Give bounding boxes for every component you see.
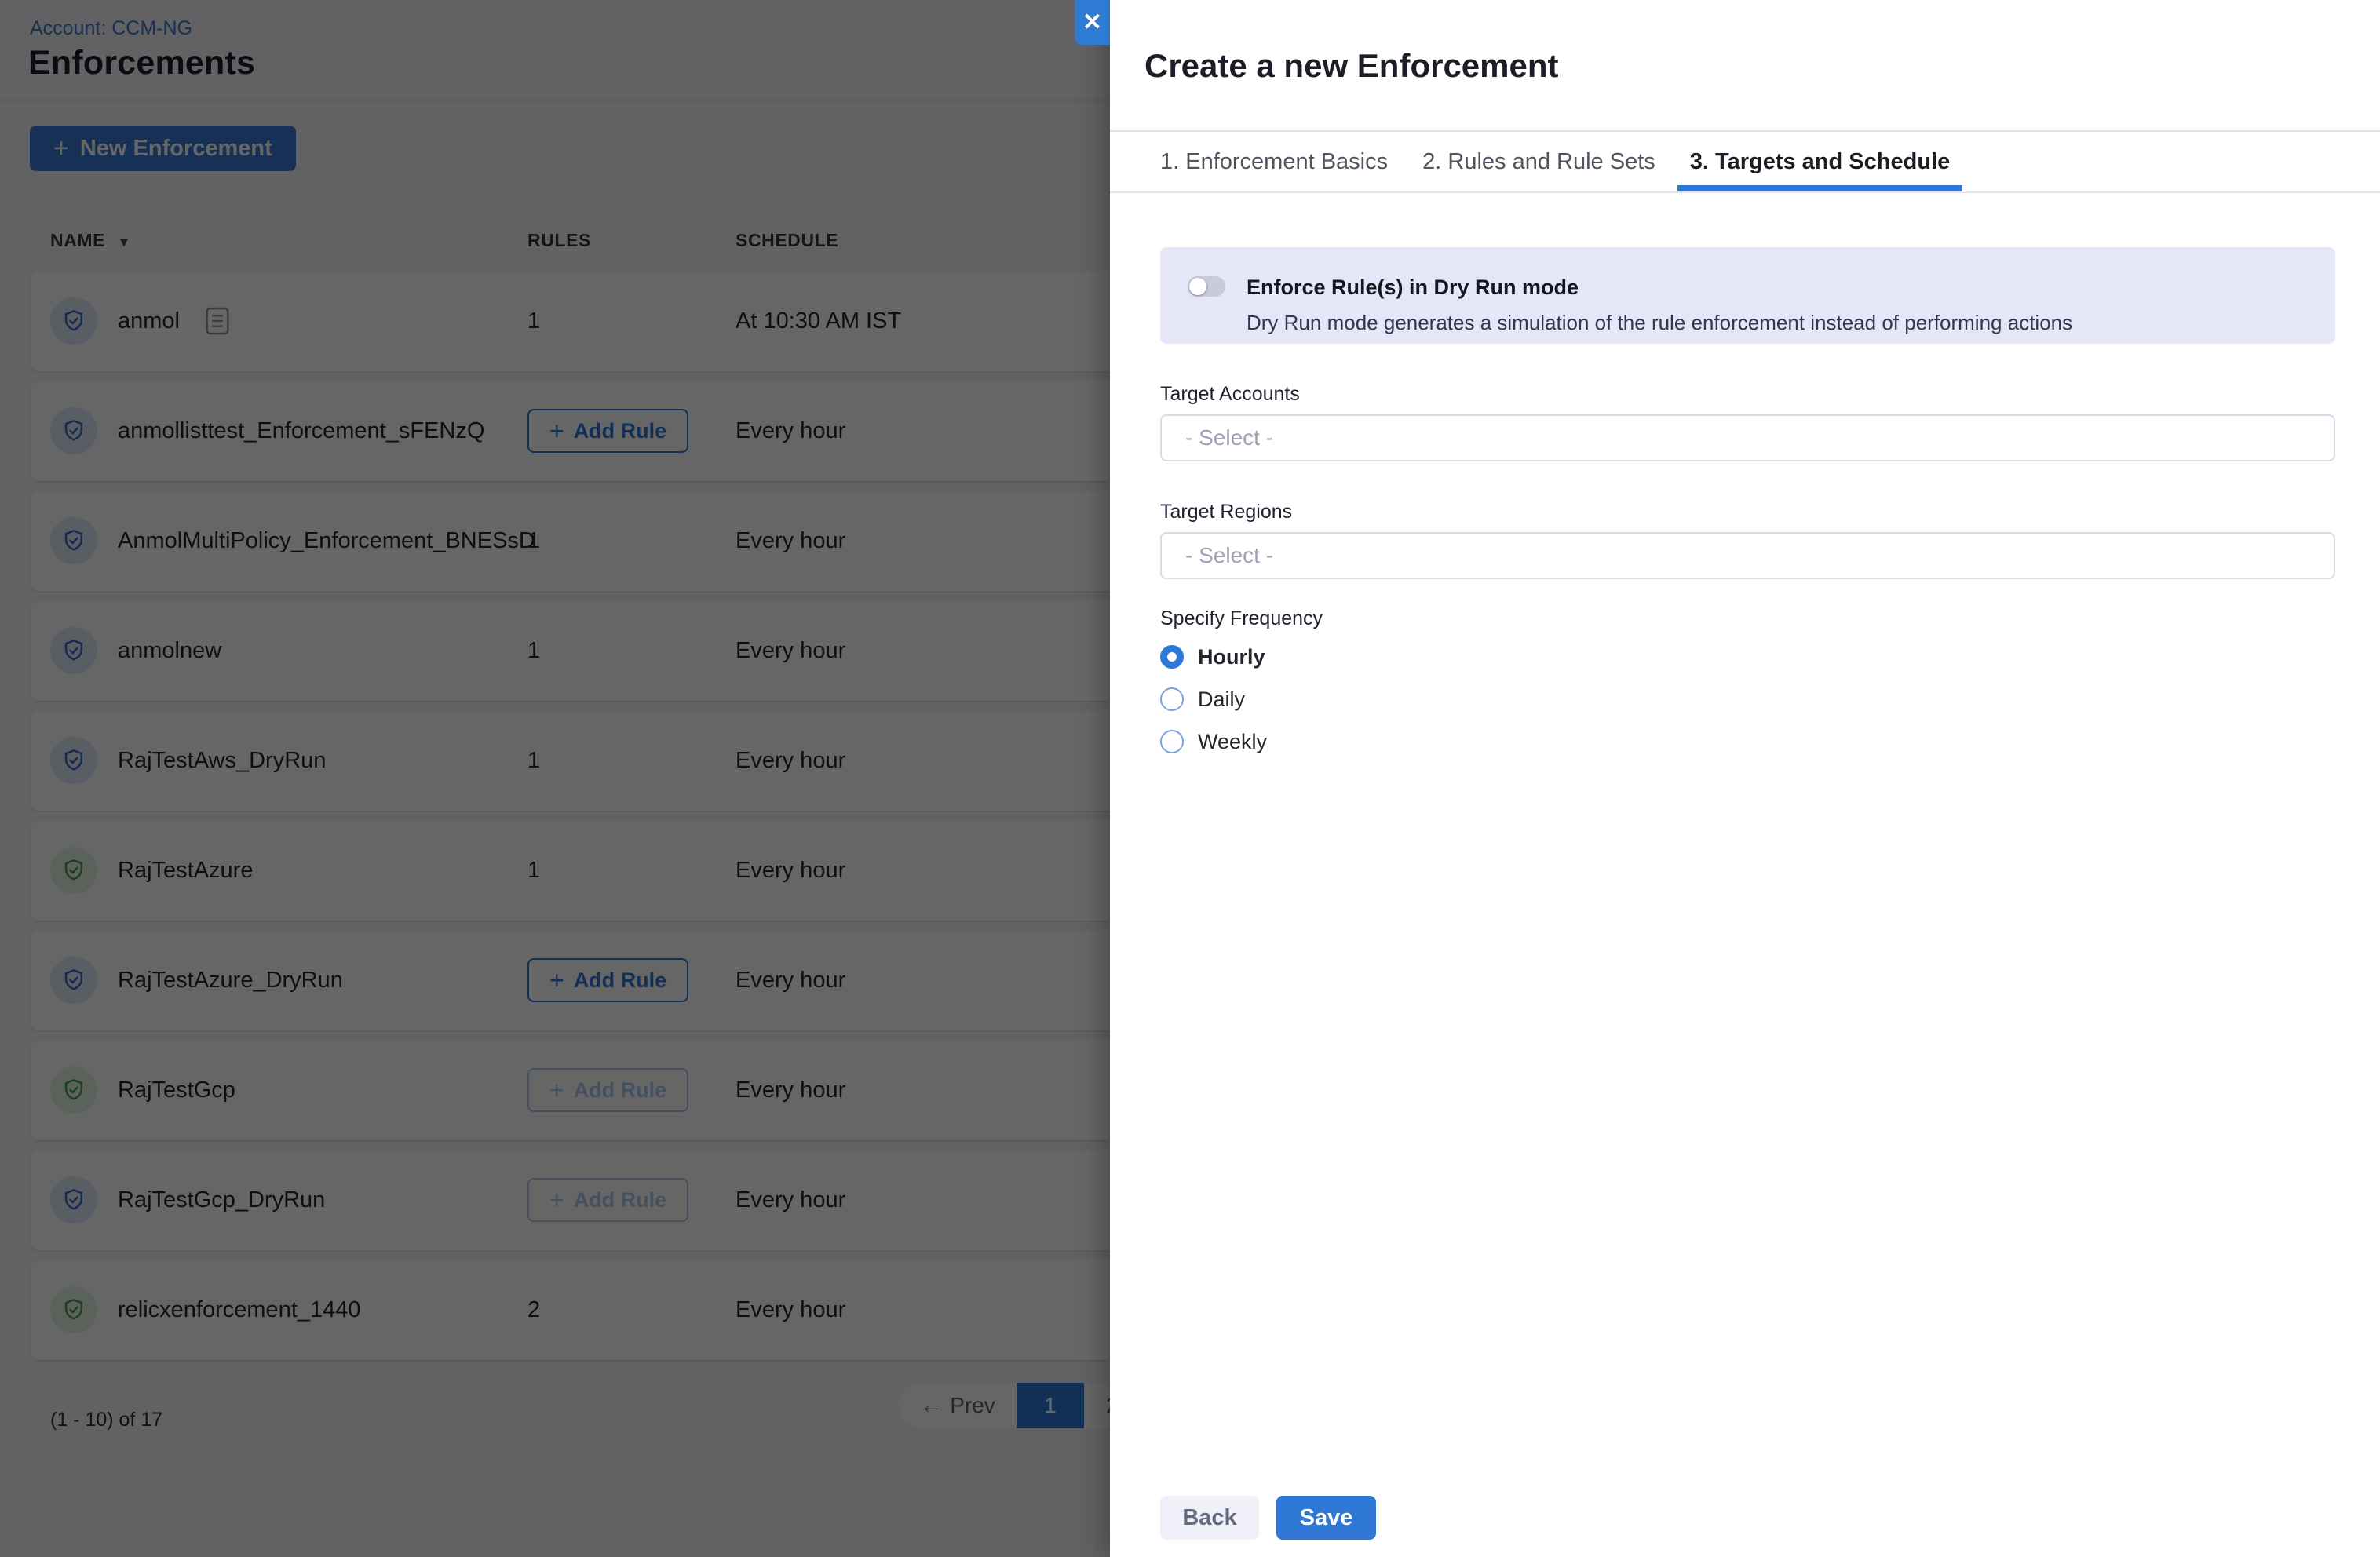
radio-circle xyxy=(1160,645,1184,669)
target-accounts-select[interactable]: - Select - xyxy=(1160,414,2335,461)
back-button[interactable]: Back xyxy=(1160,1496,1259,1540)
tab-targets-and-schedule[interactable]: 3. Targets and Schedule xyxy=(1677,132,1962,191)
wizard-tabs: 1. Enforcement Basics 2. Rules and Rule … xyxy=(1110,130,2380,193)
specify-frequency-label: Specify Frequency xyxy=(1160,607,2335,631)
save-button[interactable]: Save xyxy=(1276,1496,1376,1540)
radio-circle xyxy=(1160,687,1184,711)
radio-circle xyxy=(1160,730,1184,753)
dry-run-toggle[interactable] xyxy=(1188,276,1225,297)
dry-run-title: Enforce Rule(s) in Dry Run mode xyxy=(1247,275,2312,300)
radio-hourly[interactable]: Hourly xyxy=(1160,636,2335,678)
tab-enforcement-basics[interactable]: 1. Enforcement Basics xyxy=(1148,132,1400,191)
create-enforcement-drawer: ✕ Create a new Enforcement 1. Enforcemen… xyxy=(1110,0,2380,1557)
target-accounts-label: Target Accounts xyxy=(1160,383,2335,407)
target-regions-label: Target Regions xyxy=(1160,501,2335,524)
close-icon[interactable]: ✕ xyxy=(1075,0,1110,45)
tab-rules-and-rule-sets[interactable]: 2. Rules and Rule Sets xyxy=(1410,132,1668,191)
radio-daily[interactable]: Daily xyxy=(1160,678,2335,720)
target-regions-select[interactable]: - Select - xyxy=(1160,532,2335,579)
toggle-knob xyxy=(1189,278,1206,295)
drawer-body: Enforce Rule(s) in Dry Run mode Dry Run … xyxy=(1110,247,2380,763)
target-regions-placeholder: - Select - xyxy=(1185,543,1273,568)
drawer-title: Create a new Enforcement xyxy=(1144,47,2380,85)
radio-weekly[interactable]: Weekly xyxy=(1160,720,2335,763)
target-accounts-placeholder: - Select - xyxy=(1185,425,1273,450)
dry-run-section: Enforce Rule(s) in Dry Run mode Dry Run … xyxy=(1160,247,2335,344)
frequency-options: Hourly Daily Weekly xyxy=(1160,636,2335,763)
dry-run-description: Dry Run mode generates a simulation of t… xyxy=(1247,311,2312,335)
drawer-footer: Back Save xyxy=(1160,1496,1376,1540)
